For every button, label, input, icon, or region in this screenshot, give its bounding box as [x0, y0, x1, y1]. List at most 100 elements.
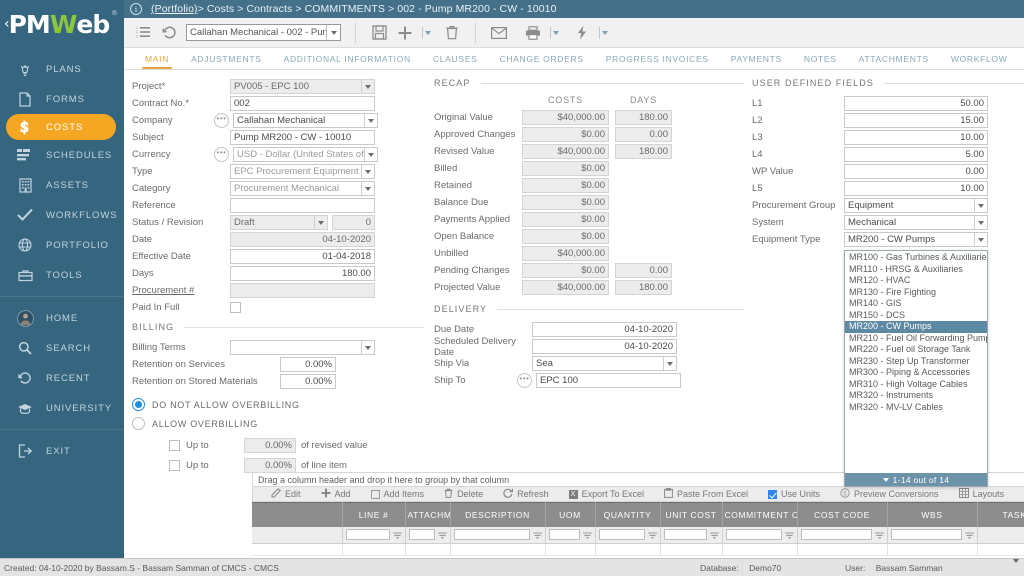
chevron-down-icon[interactable]	[361, 182, 374, 195]
filter-icon[interactable]	[964, 531, 974, 539]
grid-col-description[interactable]: DESCRIPTION	[450, 502, 546, 527]
retention-services-input[interactable]: 0.00%	[280, 357, 336, 372]
status-expand-icon[interactable]	[1013, 558, 1019, 573]
chevron-down-icon[interactable]	[974, 233, 987, 246]
grid-cell[interactable]	[545, 543, 596, 556]
dropdown-pager[interactable]: 1-14 out of 14	[845, 473, 987, 486]
grid-add-button[interactable]: Add	[321, 488, 351, 500]
tab-workflow[interactable]: WORKFLOW	[940, 54, 1019, 69]
l3-input[interactable]: 10.00	[844, 130, 988, 145]
dropdown-options-list[interactable]: MR100 - Gas Turbines & Auxiliaries MR110…	[845, 251, 987, 473]
dropdown-option[interactable]: MR100 - Gas Turbines & Auxiliaries	[845, 252, 987, 264]
procurement-group-select[interactable]: Equipment	[844, 198, 988, 213]
grid-col-wbs[interactable]: WBS	[887, 502, 978, 527]
upto-revised-checkbox[interactable]	[169, 440, 180, 451]
grid-filter-commitment-cost[interactable]	[722, 526, 798, 544]
radio-allow-overbilling[interactable]	[132, 417, 145, 430]
reference-input[interactable]	[230, 198, 375, 213]
grid-preview-conversions-button[interactable]: $ Preview Conversions	[840, 488, 939, 500]
revision-input[interactable]: 0	[332, 215, 375, 230]
sidebar-item-forms[interactable]: FORMS	[0, 84, 124, 114]
contract-no-input[interactable]: 002	[230, 96, 375, 111]
field-label[interactable]: Procurement #	[132, 285, 230, 296]
upto-line-item-input[interactable]: 0.00%	[244, 458, 296, 473]
effective-date-input[interactable]: 01-04-2018	[230, 249, 375, 264]
retention-stored-input[interactable]: 0.00%	[280, 374, 336, 389]
dropdown-option[interactable]: MR140 - GIS	[845, 298, 987, 310]
scheduled-delivery-date-input[interactable]: 04-10-2020	[532, 339, 677, 354]
ship-to-input[interactable]: EPC 100	[536, 373, 681, 388]
delete-icon[interactable]	[439, 20, 465, 46]
chevron-down-icon[interactable]	[663, 357, 676, 370]
tab-additional-information[interactable]: ADDITIONAL INFORMATION	[273, 54, 422, 69]
grid-filter-unit-cost[interactable]	[660, 526, 723, 544]
dropdown-option[interactable]: MR120 - HVAC	[845, 275, 987, 287]
chevron-down-icon[interactable]	[364, 114, 377, 127]
grid-cell[interactable]	[797, 543, 888, 556]
sidebar-item-recent[interactable]: RECENT	[0, 363, 124, 393]
tab-attachments[interactable]: ATTACHMENTS	[848, 54, 940, 69]
system-select[interactable]: Mechanical	[844, 215, 988, 230]
dropdown-option[interactable]: MR110 - HRSG & Auxiliaries	[845, 264, 987, 276]
grid-col-uom[interactable]: UOM	[545, 502, 596, 527]
filter-icon[interactable]	[392, 531, 402, 539]
equipment-type-combobox[interactable]: MR200 - CW Pumps	[844, 232, 988, 247]
grid-cell[interactable]	[405, 543, 451, 556]
pager-caret-icon[interactable]	[882, 477, 889, 482]
sidebar-item-schedules[interactable]: SCHEDULES	[0, 140, 124, 170]
project-select[interactable]: PV005 - EPC 100	[230, 79, 375, 94]
category-select[interactable]: Procurement Mechanical	[230, 181, 375, 196]
grid-layouts-button[interactable]: Layouts	[958, 488, 1004, 500]
option-allow-overbilling[interactable]: ALLOW OVERBILLING	[132, 414, 424, 433]
dropdown-option[interactable]: MR210 - Fuel Oil Forwarding Pumps	[845, 333, 987, 345]
dropdown-option[interactable]: MR230 - Step Up Transformer	[845, 356, 987, 368]
tab-change-orders[interactable]: CHANGE ORDERS	[489, 54, 595, 69]
print-dropdown-icon[interactable]	[553, 30, 559, 35]
add-icon[interactable]	[392, 20, 418, 46]
company-select[interactable]: Callahan Mechanical	[233, 113, 378, 128]
sidebar-item-search[interactable]: SEARCH	[0, 333, 124, 363]
grid-add-items-button[interactable]: Add Items	[370, 489, 424, 499]
actions-button-group[interactable]	[569, 20, 608, 46]
grid-filter-quantity[interactable]	[595, 526, 661, 544]
grid-use-units-checkbox[interactable]: Use Units	[768, 489, 820, 499]
grid-col-unit-cost[interactable]: UNIT COST	[660, 502, 723, 527]
email-icon[interactable]	[486, 20, 512, 46]
status-select[interactable]: Draft	[230, 215, 328, 230]
equipment-type-dropdown[interactable]: MR100 - Gas Turbines & Auxiliaries MR110…	[844, 250, 988, 487]
paid-in-full-checkbox[interactable]	[230, 302, 241, 313]
dropdown-option-selected[interactable]: MR200 - CW Pumps	[845, 321, 987, 333]
list-icon[interactable]: 123	[130, 20, 156, 46]
record-select[interactable]: Callahan Mechanical - 002 - Pump M	[186, 24, 341, 41]
days-input[interactable]: 180.00	[230, 266, 375, 281]
filter-icon[interactable]	[647, 531, 657, 539]
chevron-down-icon[interactable]	[974, 199, 987, 212]
tab-main[interactable]: MAIN	[134, 54, 180, 69]
history-icon[interactable]	[156, 20, 182, 46]
sidebar-item-workflows[interactable]: WORKFLOWS	[0, 200, 124, 230]
ship-via-select[interactable]: Sea	[532, 356, 677, 371]
l4-input[interactable]: 5.00	[844, 147, 988, 162]
grid-filter-wbs[interactable]	[887, 526, 978, 544]
grid-edit-button[interactable]: Edit	[271, 488, 301, 500]
dropdown-option[interactable]: MR130 - Fire Fighting	[845, 287, 987, 299]
table-row[interactable]	[252, 543, 1024, 556]
grid-col-quantity[interactable]: QUANTITY	[595, 502, 661, 527]
grid-col-commitment-cost[interactable]: COMMITMENT COST	[722, 502, 798, 527]
actions-dropdown-icon[interactable]	[602, 30, 608, 35]
filter-icon[interactable]	[709, 531, 719, 539]
grid-col-line-number[interactable]: LINE #	[342, 502, 406, 527]
sidebar-item-tools[interactable]: TOOLS	[0, 260, 124, 290]
grid-col-task[interactable]: TASK	[977, 502, 1024, 527]
dropdown-option[interactable]: MR320 - Instruments	[845, 390, 987, 402]
grid-delete-button[interactable]: Delete	[444, 488, 483, 500]
grid-cell[interactable]	[342, 543, 406, 556]
chevron-down-icon[interactable]	[361, 165, 374, 178]
add-dropdown-icon[interactable]	[425, 30, 431, 35]
grid-filter-description[interactable]	[450, 526, 546, 544]
wp-value-input[interactable]: 0.00	[844, 164, 988, 179]
sidebar-item-exit[interactable]: EXIT	[0, 436, 124, 466]
upto-revised-input[interactable]: 0.00%	[244, 438, 296, 453]
actions-icon[interactable]	[569, 20, 595, 46]
grid-cell[interactable]	[450, 543, 546, 556]
